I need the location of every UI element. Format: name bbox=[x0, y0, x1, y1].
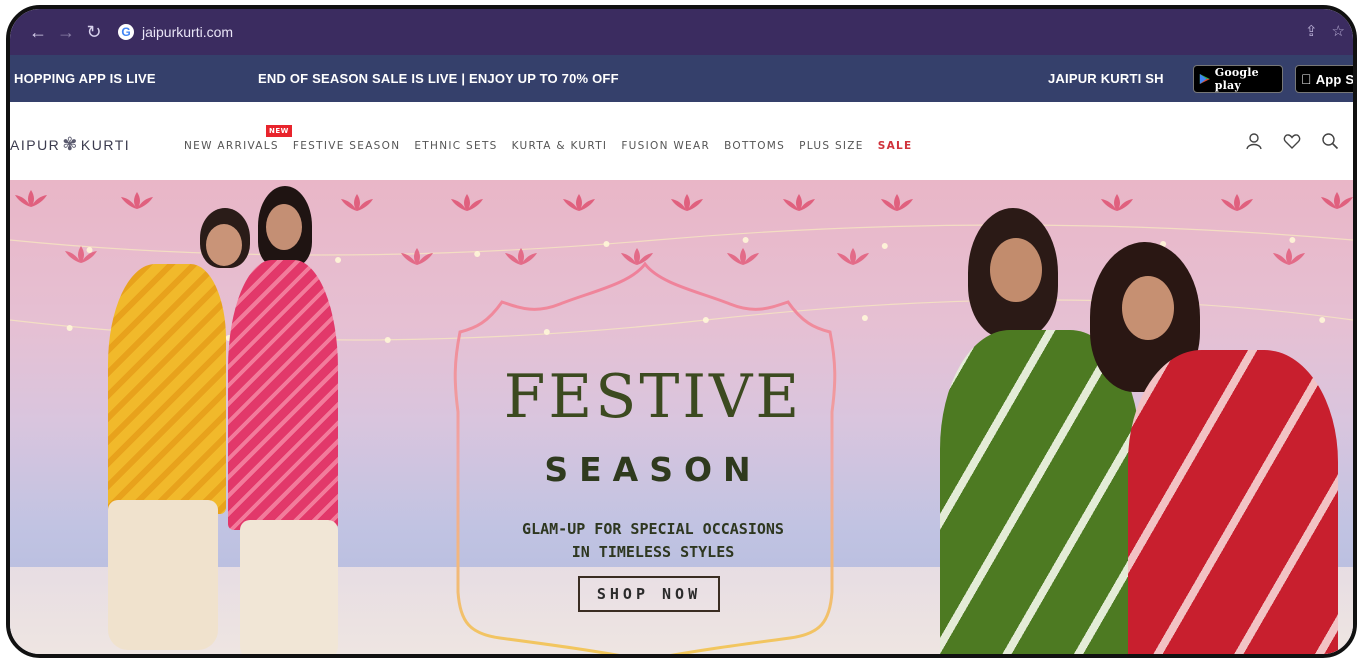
app-store-label: App St bbox=[1305, 71, 1353, 87]
wishlist-heart-icon[interactable] bbox=[1283, 132, 1301, 150]
lotus-decoration bbox=[783, 194, 815, 211]
lotus-decoration bbox=[121, 192, 153, 209]
menu-item-plus-size[interactable]: PLUS SIZE bbox=[799, 140, 864, 152]
browser-window: ← → ↻ G jaipurkurti.com ⇪ ☆ HOPPING APP … bbox=[6, 5, 1357, 658]
main-menu: NEW ARRIVALS NEW FESTIVE SEASON ETHNIC S… bbox=[184, 125, 927, 152]
back-button[interactable]: ← bbox=[24, 22, 52, 43]
lotus-decoration bbox=[15, 190, 47, 207]
search-icon[interactable] bbox=[1321, 132, 1339, 150]
tagline-line-1: GLAM-UP FOR SPECIAL OCCASIONS bbox=[522, 520, 784, 538]
account-icon[interactable] bbox=[1245, 132, 1263, 150]
hero-title: FESTIVE bbox=[503, 362, 803, 432]
menu-item-sale[interactable]: SALE bbox=[878, 140, 913, 152]
lotus-decoration bbox=[451, 194, 483, 211]
menu-item-festive-season[interactable]: FESTIVE SEASON bbox=[293, 140, 400, 152]
browser-toolbar: ← → ↻ G jaipurkurti.com ⇪ ☆ bbox=[10, 9, 1353, 55]
site-favicon-icon: G bbox=[118, 24, 134, 40]
menu-item-bottoms[interactable]: BOTTOMS bbox=[724, 140, 785, 152]
menu-label: NEW ARRIVALS bbox=[184, 140, 279, 152]
site-header: AIPUR ✾ KURTI NEW ARRIVALS NEW FESTIVE SEA… bbox=[10, 102, 1353, 180]
hero-subtitle: SEASON bbox=[544, 450, 762, 489]
lotus-decoration bbox=[401, 248, 433, 265]
logo-text-right: KURTI bbox=[80, 137, 131, 153]
tagline-line-2: IN TIMELESS STYLES bbox=[571, 543, 735, 561]
hero-tagline: GLAM-UP FOR SPECIAL OCCASIONS IN TIMELES… bbox=[458, 518, 848, 564]
menu-item-ethnic-sets[interactable]: ETHNIC SETS bbox=[414, 140, 497, 152]
reload-button[interactable]: ↻ bbox=[80, 22, 108, 43]
new-badge: NEW bbox=[266, 125, 292, 137]
lotus-decoration bbox=[1221, 194, 1253, 211]
hero-banner[interactable]: FESTIVE SEASON GLAM-UP FOR SPECIAL OCCAS… bbox=[10, 180, 1353, 654]
site-logo[interactable]: AIPUR ✾ KURTI bbox=[10, 134, 130, 155]
google-play-label: Google play bbox=[1214, 66, 1259, 92]
lotus-decoration bbox=[1321, 192, 1353, 209]
lotus-decoration bbox=[1101, 194, 1133, 211]
announcement-app-text: HOPPING APP IS LIVE bbox=[14, 71, 156, 86]
google-play-icon bbox=[1199, 73, 1210, 85]
share-icon[interactable]: ⇪ bbox=[1305, 22, 1318, 40]
google-play-button[interactable]: Google play bbox=[1193, 65, 1283, 93]
announcement-bar: HOPPING APP IS LIVE END OF SEASON SALE I… bbox=[10, 55, 1353, 102]
apple-icon:  bbox=[1301, 71, 1312, 87]
announcement-brand-text: JAIPUR KURTI SH bbox=[1048, 71, 1164, 86]
star-icon[interactable]: ☆ bbox=[1332, 22, 1345, 40]
menu-item-kurta-kurti[interactable]: KURTA & KURTI bbox=[512, 140, 608, 152]
lotus-decoration bbox=[1273, 248, 1305, 265]
lotus-decoration bbox=[563, 194, 595, 211]
announcement-sale-text: END OF SEASON SALE IS LIVE | ENJOY UP TO… bbox=[258, 71, 619, 86]
url-text: jaipurkurti.com bbox=[142, 24, 234, 40]
lotus-decoration bbox=[65, 246, 97, 263]
logo-knot-icon: ✾ bbox=[62, 134, 79, 154]
menu-item-new-arrivals[interactable]: NEW ARRIVALS NEW bbox=[184, 125, 292, 152]
address-bar[interactable]: G jaipurkurti.com bbox=[118, 24, 233, 40]
app-store-button[interactable]:  App St bbox=[1295, 65, 1353, 93]
lotus-decoration bbox=[341, 194, 373, 211]
menu-item-fusion-wear[interactable]: FUSION WEAR bbox=[621, 140, 710, 152]
forward-button[interactable]: → bbox=[52, 22, 80, 43]
shop-now-button[interactable]: SHOP NOW bbox=[578, 576, 720, 612]
lotus-decoration bbox=[881, 194, 913, 211]
logo-text-left: AIPUR bbox=[10, 137, 61, 153]
lotus-decoration bbox=[671, 194, 703, 211]
